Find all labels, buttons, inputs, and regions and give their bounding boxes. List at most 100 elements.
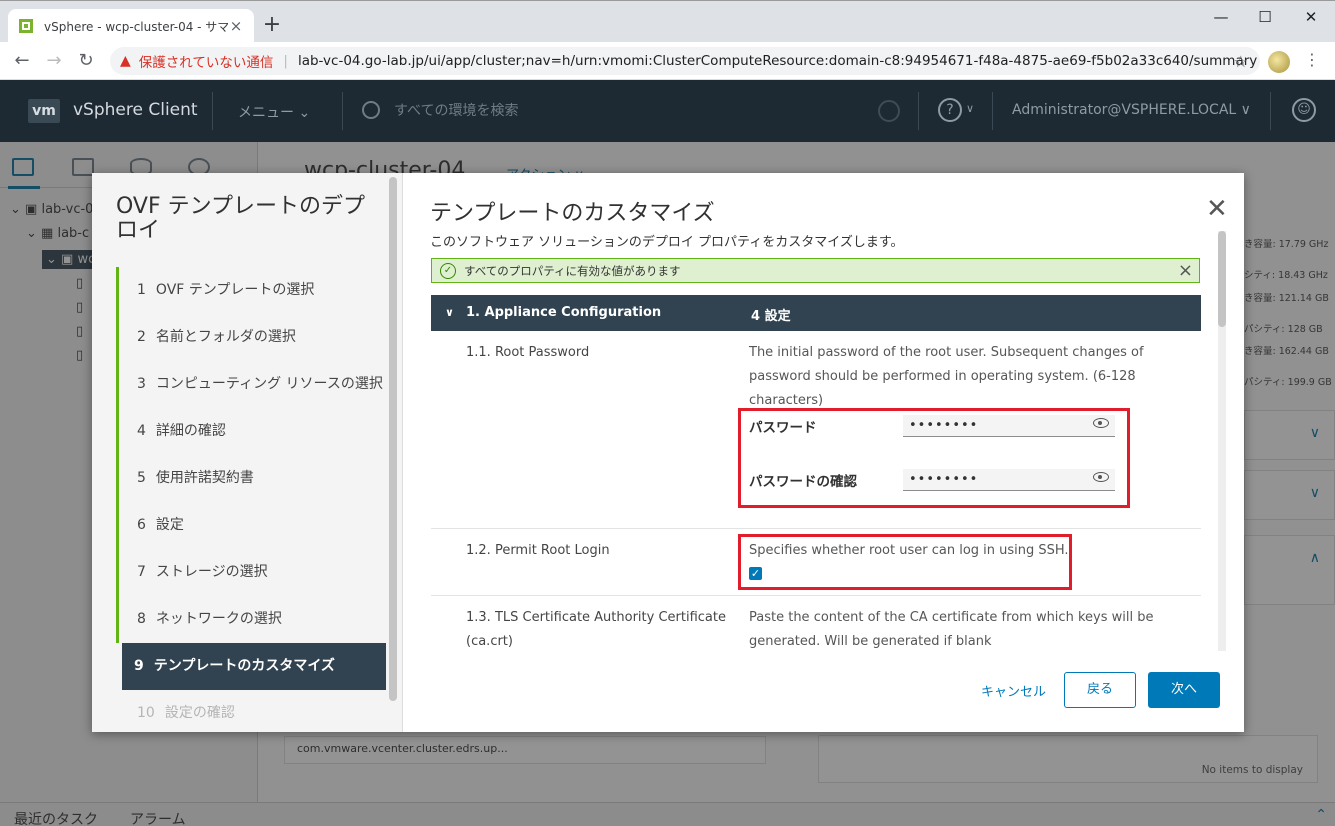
warning-icon: ▲	[120, 53, 131, 69]
global-search[interactable]: すべての環境を検索	[362, 100, 518, 120]
wizard-step-6[interactable]: 6 設定	[116, 502, 386, 549]
scrollbar-thumb[interactable]	[1218, 231, 1226, 327]
browser-tabstrip: vSphere - wcp-cluster-04 - サマリ × + — ☐ ✕	[0, 0, 1335, 43]
next-button[interactable]: 次へ	[1148, 672, 1220, 708]
wizard-steps: 1 OVF テンプレートの選択 2 名前とフォルダの選択 3 コンピューティング リソ…	[116, 267, 386, 732]
wizard-step-10: 10 設定の確認	[116, 690, 386, 732]
group-name: 1. Appliance Configuration	[466, 305, 662, 320]
step-label: 設定の確認	[164, 705, 235, 721]
address-bar: ← → ↻ ▲ 保護されていない通信 | lab-vc-04.go-lab.jp…	[0, 42, 1335, 80]
wizard-step-8[interactable]: 8 ネットワークの選択	[116, 596, 386, 643]
header-divider	[1270, 92, 1271, 130]
step-label: ネットワークの選択	[155, 611, 282, 627]
cancel-button[interactable]: キャンセル	[981, 681, 1046, 700]
wizard-step-7[interactable]: 7 ストレージの選択	[116, 549, 386, 596]
search-icon	[362, 101, 380, 119]
step-number: 1	[137, 282, 146, 298]
reload-icon[interactable]: ↻	[74, 49, 98, 73]
user-menu[interactable]: Administrator@VSPHERE.LOCAL ∨	[1012, 102, 1251, 118]
bookmark-star-icon[interactable]: ☆	[1234, 52, 1248, 71]
step-label: 設定	[155, 517, 184, 533]
header-divider	[212, 92, 213, 130]
window-close-icon[interactable]: ✕	[1288, 5, 1334, 29]
help-icon[interactable]: ?	[938, 98, 962, 122]
wizard-sidebar: OVF テンプレートのデプロイ 1 OVF テンプレートの選択 2 名前とフォルダの…	[92, 173, 403, 732]
wizard-step-1[interactable]: 1 OVF テンプレートの選択	[116, 267, 386, 314]
step-number: 8	[137, 611, 146, 627]
success-alert: ✓ すべてのプロパティに有効な値があります ×	[431, 258, 1200, 283]
wizard-footer: キャンセル 戻る 次へ	[981, 672, 1220, 708]
step-label: OVF テンプレートの選択	[155, 282, 315, 298]
check-circle-icon: ✓	[440, 262, 456, 279]
browser-tab[interactable]: vSphere - wcp-cluster-04 - サマリ ×	[8, 9, 254, 43]
vsphere-header: vm vSphere Client メニュー ⌄ すべての環境を検索 ? ∨ A…	[0, 80, 1335, 142]
property-row-tls-ca: 1.3. TLS Certificate Authority Certifica…	[431, 596, 1201, 648]
url-text: lab-vc-04.go-lab.jp/ui/app/cluster;nav=h…	[297, 53, 1258, 69]
step-label: 詳細の確認	[155, 423, 226, 439]
wizard-step-5[interactable]: 5 使用許諾契約書	[116, 455, 386, 502]
wizard-step-9[interactable]: 9 テンプレートのカスタマイズ	[122, 643, 386, 690]
close-icon[interactable]: ✕	[1206, 196, 1228, 222]
property-label: 1.3. TLS Certificate Authority Certifica…	[466, 610, 726, 648]
header-divider	[342, 92, 343, 130]
help-chevron-down-icon[interactable]: ∨	[966, 102, 974, 115]
search-placeholder: すべての環境を検索	[394, 103, 519, 119]
wizard-title: OVF テンプレートのデプロイ	[116, 194, 365, 243]
user-name: Administrator@VSPHERE.LOCAL	[1012, 102, 1237, 118]
vsphere-favicon-icon	[19, 19, 33, 33]
property-description: The initial password of the root user. S…	[749, 345, 1144, 408]
header-divider	[992, 92, 993, 130]
menu-label: メニュー	[238, 105, 294, 121]
chevron-down-icon: ∨	[445, 306, 454, 319]
highlight-box-permit-root	[738, 534, 1072, 590]
url-separator: |	[283, 53, 288, 69]
chevron-down-icon: ⌄	[298, 105, 311, 121]
step-number: 3	[137, 376, 146, 392]
group-count: 4 設定	[751, 309, 791, 324]
step-number: 5	[137, 470, 146, 486]
wizard-step-4[interactable]: 4 詳細の確認	[116, 408, 386, 455]
property-label: 1.2. Permit Root Login	[466, 543, 610, 558]
loading-spinner-icon	[878, 100, 900, 122]
back-button[interactable]: 戻る	[1064, 672, 1136, 708]
alert-text: すべてのプロパティに有効な値があります	[464, 263, 681, 278]
vm-logo: vm	[28, 99, 60, 123]
step-number: 6	[137, 517, 146, 533]
menu-button[interactable]: メニュー ⌄	[238, 102, 310, 122]
feedback-smiley-icon[interactable]: ☺	[1292, 98, 1316, 122]
content-scrollbar[interactable]	[1218, 231, 1226, 651]
new-tab-button[interactable]: +	[260, 13, 284, 37]
step-number: 4	[137, 423, 146, 439]
insecure-label: 保護されていない通信	[138, 55, 274, 71]
alert-close-icon[interactable]: ×	[1178, 260, 1193, 281]
minimize-icon[interactable]: —	[1198, 5, 1244, 29]
browser-menu-icon[interactable]: ⋮	[1304, 50, 1320, 69]
step-label: 使用許諾契約書	[155, 470, 254, 486]
tab-title: vSphere - wcp-cluster-04 - サマリ	[44, 19, 228, 34]
tab-close-icon[interactable]: ×	[228, 17, 244, 35]
property-label: 1.1. Root Password	[466, 345, 590, 360]
wizard-step-2[interactable]: 2 名前とフォルダの選択	[116, 314, 386, 361]
highlight-box-password	[738, 408, 1130, 508]
wizard-step-3[interactable]: 3 コンピューティング リソースの選択	[116, 361, 386, 408]
step-label: ストレージの選択	[155, 564, 268, 580]
step-label: 名前とフォルダの選択	[155, 329, 296, 345]
page-title: テンプレートのカスタマイズ	[430, 201, 715, 226]
forward-arrow-icon[interactable]: →	[42, 49, 66, 73]
back-arrow-icon[interactable]: ←	[10, 49, 34, 73]
page-description: このソフトウェア ソリューションのデプロイ プロパティをカスタマイズします。	[430, 235, 904, 250]
url-field[interactable]: ▲ 保護されていない通信 | lab-vc-04.go-lab.jp/ui/ap…	[110, 47, 1260, 75]
step-number: 9	[134, 658, 144, 674]
step-label: コンピューティング リソースの選択	[155, 376, 383, 392]
maximize-icon[interactable]: ☐	[1242, 5, 1288, 29]
step-number: 10	[137, 705, 155, 721]
header-divider	[918, 92, 919, 130]
chevron-down-icon: ∨	[1240, 102, 1251, 118]
step-number: 2	[137, 329, 146, 345]
property-group-header[interactable]: ∨ 1. Appliance Configuration 4 設定	[431, 295, 1201, 331]
sidebar-scrollbar[interactable]	[389, 177, 397, 701]
step-label: テンプレートのカスタマイズ	[153, 658, 335, 674]
property-description: Paste the content of the CA certificate …	[749, 610, 1154, 648]
app-name: vSphere Client	[73, 100, 198, 120]
profile-avatar[interactable]	[1268, 51, 1290, 73]
